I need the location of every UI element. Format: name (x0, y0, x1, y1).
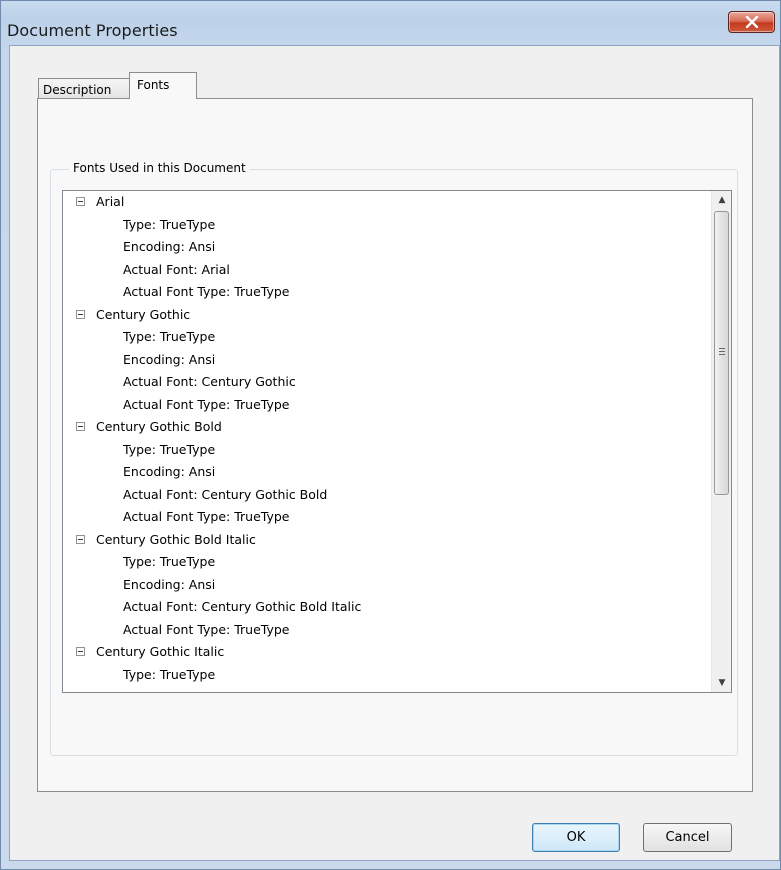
font-node-arial[interactable]: Arial (63, 191, 711, 214)
font-node-century-gothic-bold[interactable]: Century Gothic Bold (63, 416, 711, 439)
minus-box-icon[interactable] (76, 534, 85, 544)
font-node-century-gothic-bold-italic[interactable]: Century Gothic Bold Italic (63, 529, 711, 552)
font-name: Century Gothic Bold (96, 419, 222, 434)
font-detail-row: Actual Font: Arial (123, 261, 230, 277)
font-name: Arial (96, 194, 125, 209)
font-detail-row: Type: TrueType (123, 441, 216, 457)
title-bar: Document Properties (1, 1, 780, 45)
font-detail-row: Actual Font Type: TrueType (123, 396, 290, 412)
fonts-used-groupbox: Fonts Used in this Document Arial Type: … (50, 161, 738, 756)
font-name: Century Gothic (96, 306, 191, 322)
minus-box-icon[interactable] (76, 422, 85, 431)
tab-fonts-label: Fonts (137, 78, 170, 92)
font-node-century-gothic[interactable]: Century Gothic (63, 304, 711, 327)
fonts-tab-panel: Fonts Used in this Document Arial Type: … (37, 98, 753, 792)
scroll-up-arrow-icon[interactable]: ▲ (716, 194, 728, 206)
cancel-button[interactable]: Cancel (643, 823, 732, 852)
font-detail-row: Encoding: Ansi (123, 464, 216, 479)
minus-box-icon[interactable] (76, 197, 85, 206)
dialog-title: Document Properties (7, 21, 178, 40)
font-detail-row: Type: TrueType (123, 554, 216, 569)
font-detail-row: Encoding: Ansi (123, 239, 216, 254)
font-detail-row: Type: TrueType (123, 216, 216, 232)
grip-icon (719, 348, 725, 356)
minus-box-icon[interactable] (76, 309, 85, 319)
font-detail-row: Encoding: Ansi (123, 351, 216, 367)
tab-description-label: Description (43, 83, 112, 97)
scroll-down-arrow-icon[interactable]: ▼ (716, 677, 728, 689)
font-detail-row: Actual Font Type: TrueType (123, 621, 290, 637)
tab-fonts[interactable]: Fonts (129, 72, 197, 99)
dialog-client-area: Description Fonts Fonts Used in this Doc… (9, 45, 780, 861)
font-node-century-gothic-italic[interactable]: Century Gothic Italic (63, 641, 711, 664)
font-detail-row: Actual Font: Century Gothic Bold Italic (123, 599, 362, 614)
vertical-scrollbar[interactable]: ▲ ▼ (711, 191, 731, 692)
fonts-tree-list[interactable]: Arial Type: TrueType Encoding: Ansi Actu… (62, 190, 732, 693)
font-detail-row: Encoding: Ansi (123, 576, 216, 592)
close-icon (745, 13, 759, 32)
ok-button[interactable]: OK (532, 823, 620, 852)
fonts-tree: Arial Type: TrueType Encoding: Ansi Actu… (63, 191, 711, 686)
document-properties-dialog: Document Properties Description Fonts Fo… (0, 0, 781, 870)
fonts-used-label: Fonts Used in this Document (69, 161, 250, 175)
font-name: Century Gothic Bold Italic (96, 531, 256, 547)
font-detail-row: Actual Font: Century Gothic Bold (123, 486, 328, 502)
minus-box-icon[interactable] (76, 647, 85, 656)
font-detail-row: Type: TrueType (123, 666, 216, 682)
font-name: Century Gothic Italic (96, 644, 225, 659)
font-detail-row: Actual Font: Century Gothic (123, 374, 296, 389)
font-detail-row: Type: TrueType (123, 329, 216, 344)
font-detail-row: Actual Font Type: TrueType (123, 284, 290, 299)
close-button[interactable] (728, 11, 775, 33)
scrollbar-thumb[interactable] (714, 211, 729, 495)
tab-description[interactable]: Description (38, 78, 130, 99)
font-detail-row: Actual Font Type: TrueType (123, 509, 290, 524)
